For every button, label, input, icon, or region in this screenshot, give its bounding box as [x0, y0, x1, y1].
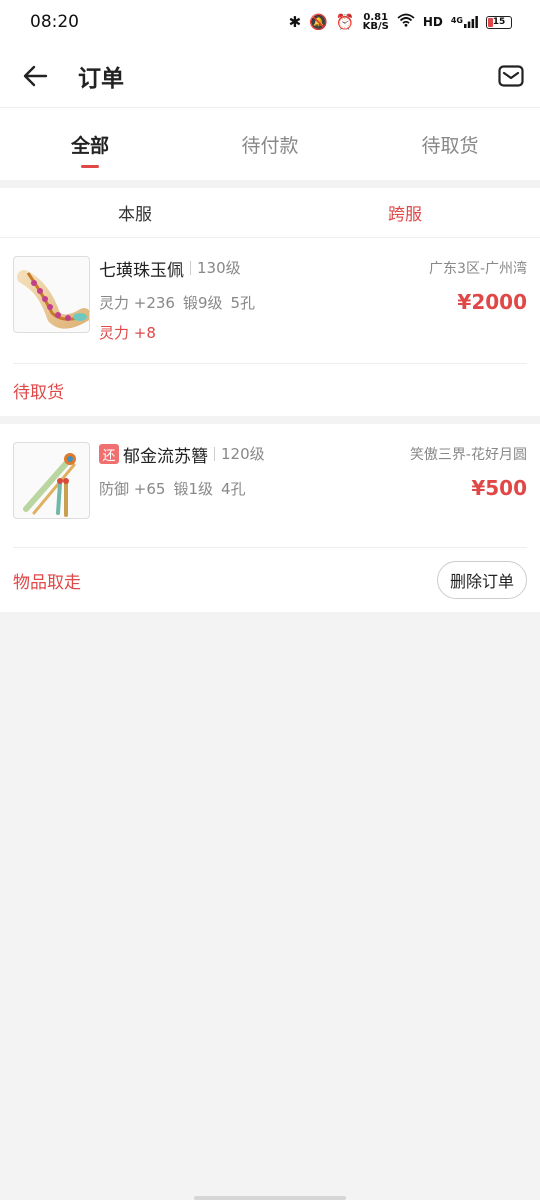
item-bonus: 灵力 +8 [99, 324, 156, 342]
order-card[interactable]: 七璜珠玉佩 130级 广东3区-广州湾 灵力 +236 锻9级 5孔 ¥2000 灵… [0, 238, 540, 416]
tab-pending-payment[interactable]: 待付款 [180, 108, 360, 180]
order-tabs: 全部 待付款 待取货 [0, 108, 540, 180]
order-status: 待取货 [13, 382, 64, 403]
item-level: 130级 [190, 261, 241, 276]
section-gap [0, 180, 540, 188]
subtab-cross-server[interactable]: 跨服 [270, 188, 540, 237]
delete-order-button[interactable]: 删除订单 [436, 561, 527, 599]
alarm-icon: ⏰ [335, 13, 355, 31]
hd-label: HD [422, 15, 443, 29]
status-time: 08:20 [30, 12, 79, 32]
section-gap [0, 416, 540, 424]
order-card[interactable]: 还 郁金流苏簪 120级 笑傲三界-花好月圆 防御 +65 锻1级 4孔 ¥500 … [0, 424, 540, 612]
item-server: 笑傲三界-花好月圆 [409, 447, 527, 463]
back-button[interactable] [22, 61, 52, 91]
item-stats: 防御 +65 锻1级 4孔 [99, 479, 246, 498]
page-title: 订单 [78, 65, 124, 92]
home-indicator [194, 1196, 346, 1200]
arrow-left-icon [23, 65, 48, 86]
item-server: 广东3区-广州湾 [429, 261, 527, 277]
mail-icon [498, 64, 524, 87]
network-speed: 0.81 KB/S [362, 12, 389, 32]
mute-icon: 🔕 [309, 13, 328, 31]
item-price: ¥2000 [457, 290, 527, 314]
item-name: 郁金流苏簪 [123, 446, 208, 467]
bluetooth-icon: ✱ [288, 13, 302, 31]
battery-icon: 15 [486, 15, 512, 29]
item-stats: 灵力 +236 锻9级 5孔 [99, 293, 256, 312]
header: 订单 [0, 44, 540, 108]
item-image-hairpin [13, 442, 90, 519]
status-bar: 08:20 ✱ 🔕 ⏰ 0.81 KB/S HD 4G 15 [0, 0, 540, 44]
item-image-pendant [13, 256, 90, 333]
item-name: 七璜珠玉佩 [99, 260, 184, 281]
message-button[interactable] [496, 61, 526, 91]
status-icons: ✱ 🔕 ⏰ 0.81 KB/S HD 4G 15 [288, 12, 512, 32]
server-tabs: 本服 跨服 [0, 188, 540, 238]
item-price: ¥500 [471, 476, 527, 500]
subtab-same-server[interactable]: 本服 [0, 188, 270, 237]
return-tag: 还 [99, 444, 119, 464]
order-status: 物品取走 [13, 572, 81, 593]
tab-pending-pickup[interactable]: 待取货 [360, 108, 540, 180]
item-level: 120级 [214, 447, 265, 462]
wifi-icon [397, 13, 415, 31]
signal-icon: 4G [451, 16, 478, 28]
tab-all[interactable]: 全部 [0, 108, 180, 180]
